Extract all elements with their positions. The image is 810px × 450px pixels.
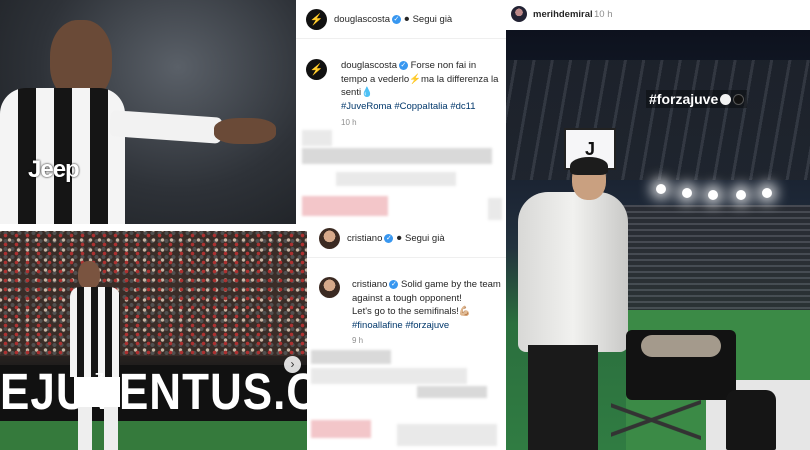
- caption-username[interactable]: cristiano ✓: [352, 279, 399, 290]
- floodlight: [736, 190, 746, 200]
- player2-shorts: [74, 377, 120, 407]
- person-pants: [528, 345, 598, 450]
- divider: [296, 38, 506, 39]
- blurred-comment: [311, 350, 391, 364]
- story-avatar[interactable]: [511, 6, 527, 22]
- story-hashtag[interactable]: #forzajuve: [646, 90, 748, 108]
- camera-tripod: [611, 395, 701, 445]
- player2-shirt: [70, 287, 120, 377]
- blurred-comment: [302, 196, 388, 216]
- post-time: 10 h: [341, 118, 357, 127]
- post-caption: douglascosta ✓ Forse non fai in tempo a v…: [341, 59, 503, 113]
- player2-head: [78, 261, 100, 289]
- post-douglascosta: ⚡ douglascosta ✓ • Segui già ⚡ douglascos…: [296, 0, 506, 224]
- player-arm: [109, 110, 223, 144]
- caption-line: senti💧: [341, 87, 373, 98]
- caption-hashtags[interactable]: #JuveRoma #CoppaItalia #dc11: [341, 101, 476, 112]
- person-hair: [570, 157, 608, 175]
- post-caption: cristiano ✓ Solid game by the team agains…: [352, 278, 504, 332]
- blurred-comment: [488, 198, 502, 220]
- divider: [307, 257, 506, 258]
- post-username[interactable]: douglascosta ✓: [334, 14, 401, 25]
- verified-icon: ✓: [398, 60, 408, 70]
- floodlight: [656, 184, 666, 194]
- ad-board: EJUVENTUS.COM: [0, 364, 307, 421]
- post-header: ⚡ douglascosta ✓ • Segui già: [306, 9, 452, 30]
- avatar[interactable]: ⚡: [306, 9, 327, 30]
- camera-microphone: [641, 335, 721, 357]
- ball-icon-white: [720, 94, 732, 105]
- post-header: cristiano ✓ • Segui già: [319, 228, 445, 249]
- blurred-comment: [302, 148, 492, 164]
- caption-line: Let's go to the semifinals!💪🏼: [352, 306, 471, 317]
- caption-avatar[interactable]: [319, 277, 340, 298]
- caption-line: against a tough opponent!: [352, 292, 462, 304]
- story-hashtag-text: #forzajuve: [649, 91, 719, 107]
- story-merihdemiral: J #forzajuve merihdemiral 10 h: [506, 0, 810, 450]
- stadium-stand: [596, 205, 810, 315]
- caption-hashtags[interactable]: #finoallafine #forzajuve: [352, 320, 449, 331]
- follow-button[interactable]: Segui già: [405, 233, 445, 244]
- blurred-comment: [417, 386, 487, 398]
- post-username[interactable]: cristiano ✓: [347, 233, 394, 244]
- caption-line: Forse non fai in: [410, 60, 477, 71]
- caption-avatar[interactable]: ⚡: [306, 59, 327, 80]
- blurred-comment: [302, 130, 332, 146]
- story-username[interactable]: merihdemiral: [533, 9, 593, 20]
- pitch: [0, 421, 307, 450]
- next-photo-button[interactable]: ›: [284, 356, 301, 373]
- blurred-comment: [397, 424, 497, 446]
- verified-icon: ✓: [391, 14, 401, 24]
- caption-line: tempo a vederlo⚡ma la differenza la: [341, 73, 499, 85]
- story-time: 10 h: [594, 9, 613, 20]
- caption-line: Solid game by the team: [401, 279, 501, 290]
- stadium-roof: [506, 60, 810, 180]
- player2-legs: [78, 407, 118, 450]
- floodlight: [682, 188, 692, 198]
- player-hand: [214, 118, 276, 144]
- post-time: 9 h: [352, 336, 364, 345]
- photo-player-pointing: Jeep: [0, 0, 296, 224]
- verified-icon: ✓: [384, 233, 394, 243]
- separator-dot: •: [396, 229, 402, 247]
- backpack: [726, 390, 776, 450]
- blurred-comment: [311, 368, 467, 384]
- floodlight: [708, 190, 718, 200]
- floodlight: [762, 188, 772, 198]
- blurred-comment: [336, 172, 456, 186]
- ball-icon-black: [733, 94, 745, 105]
- caption-username[interactable]: douglascosta ✓: [341, 60, 408, 71]
- post-cristiano: cristiano ✓ • Segui già cristiano ✓ Solid …: [307, 224, 506, 450]
- blurred-comment: [311, 420, 371, 438]
- story-header: merihdemiral 10 h: [506, 0, 810, 30]
- avatar[interactable]: [319, 228, 340, 249]
- photo-player-celebrating: EJUVENTUS.COM 7 ›: [0, 231, 307, 450]
- person-jacket: [518, 192, 628, 352]
- separator-dot: •: [403, 10, 410, 28]
- ad-board-text: EJUVENTUS.COM: [0, 364, 307, 421]
- crowd: [0, 231, 307, 356]
- follow-button[interactable]: Segui già: [413, 14, 453, 25]
- shirt-sponsor: Jeep: [28, 156, 80, 183]
- verified-icon: ✓: [389, 279, 399, 289]
